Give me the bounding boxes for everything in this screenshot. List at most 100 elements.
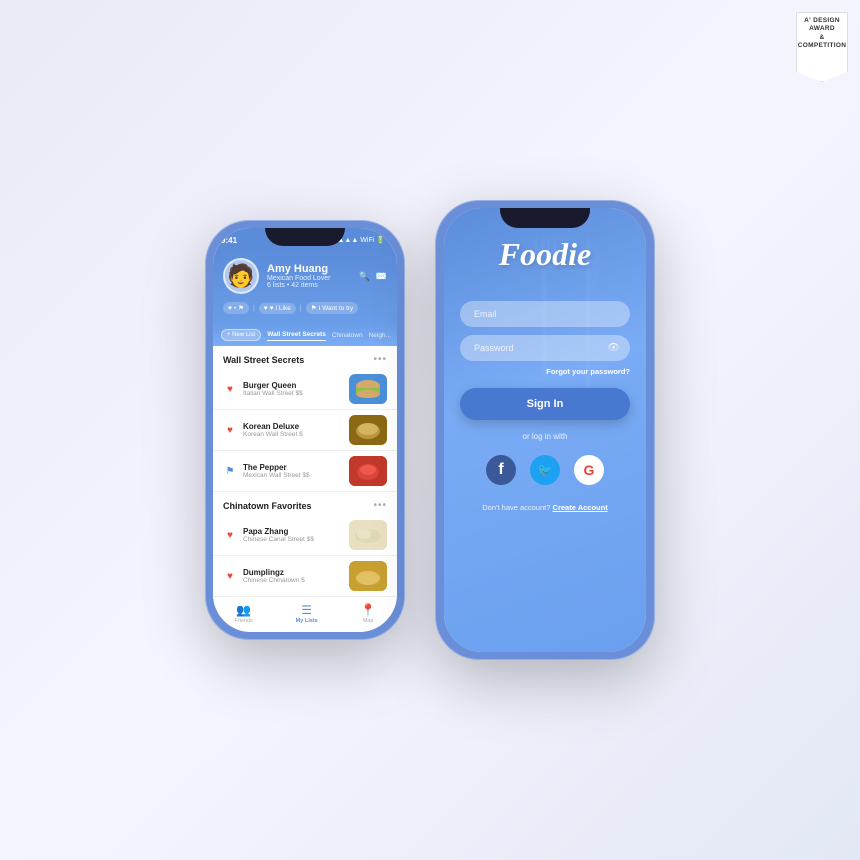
left-phone-inner: 9:41 ▲▲▲ WiFi 🔋 🧑 Amy Huang bbox=[213, 228, 397, 632]
section-wall-street-header: Wall Street Secrets ••• bbox=[213, 346, 397, 369]
friends-icon: 👥 bbox=[236, 603, 251, 617]
facebook-icon: f bbox=[498, 461, 503, 479]
restaurant-name: The Pepper bbox=[243, 463, 343, 472]
restaurant-meta: Mexican Wall Street $$ bbox=[243, 472, 343, 479]
favorite-heart-icon: ♥ bbox=[223, 423, 237, 437]
status-icons: ▲▲▲ WiFi 🔋 bbox=[337, 236, 385, 244]
bottom-navigation: 👥 Friends ☰ My Lists 📍 Map bbox=[213, 596, 397, 632]
nav-friends[interactable]: 👥 Friends bbox=[234, 603, 252, 624]
section-chinatown-header: Chinatown Favorites ••• bbox=[213, 492, 397, 515]
my-lists-icon: ☰ bbox=[301, 603, 312, 617]
forgot-password-link[interactable]: Forgot your password? bbox=[460, 367, 630, 376]
section-chinatown-title: Chinatown Favorites bbox=[223, 501, 312, 511]
restaurant-name: Dumplingz bbox=[243, 568, 343, 577]
restaurant-meta: Italian Wall Street $$ bbox=[243, 390, 343, 397]
profile-stat-buttons: ♥•⚑ | ♥♥ I Like | ⚑ I Want to try bbox=[223, 302, 387, 314]
nav-map-label: Map bbox=[363, 618, 374, 624]
favorite-heart-icon: ♥ bbox=[223, 569, 237, 583]
map-icon: 📍 bbox=[361, 603, 376, 617]
wifi-icon: WiFi bbox=[360, 237, 374, 244]
right-phone: Foodie 👁 Forgot your password? Sign In o… bbox=[435, 200, 655, 660]
nav-my-lists-label: My Lists bbox=[296, 618, 318, 624]
right-phone-inner: Foodie 👁 Forgot your password? Sign In o… bbox=[444, 208, 646, 652]
restaurant-info: The Pepper Mexican Wall Street $$ bbox=[243, 463, 343, 479]
battery-icon: 🔋 bbox=[376, 236, 385, 244]
list-item[interactable]: ♥ Dumplingz Chinese Chinatown $ bbox=[213, 556, 397, 596]
restaurant-image bbox=[349, 456, 387, 486]
award-badge: A' DESIGN AWARD & COMPETITION bbox=[796, 12, 848, 82]
status-time: 9:41 bbox=[221, 236, 237, 245]
login-screen: Foodie 👁 Forgot your password? Sign In o… bbox=[444, 208, 646, 652]
restaurant-name: Burger Queen bbox=[243, 381, 343, 390]
restaurant-image bbox=[349, 415, 387, 445]
login-form: 👁 Forgot your password? Sign In or log i… bbox=[460, 301, 630, 512]
section-more-icon[interactable]: ••• bbox=[373, 500, 387, 511]
password-row: 👁 bbox=[460, 335, 630, 361]
filter-tabs-row: + New List Wall Street Secrets Chinatown… bbox=[213, 324, 397, 346]
message-icon[interactable]: ✉️ bbox=[376, 271, 387, 282]
left-notch bbox=[265, 228, 345, 246]
twitter-icon: 🐦 bbox=[538, 463, 553, 477]
signup-prompt: Don't have account? Create Account bbox=[460, 503, 630, 512]
profile-name: Amy Huang bbox=[267, 263, 351, 275]
create-account-link[interactable]: Create Account bbox=[553, 503, 608, 512]
favorite-heart-icon: ♥ bbox=[223, 382, 237, 396]
flag-icon: ⚑ bbox=[223, 464, 237, 478]
new-list-button[interactable]: + New List bbox=[221, 329, 261, 341]
i-like-btn[interactable]: ♥♥ I Like bbox=[259, 303, 296, 314]
scene: A' DESIGN AWARD & COMPETITION 9:41 ▲▲▲ W… bbox=[0, 0, 860, 860]
restaurant-name: Papa Zhang bbox=[243, 527, 343, 536]
award-text-line1: A' DESIGN AWARD bbox=[801, 17, 843, 34]
password-input[interactable] bbox=[460, 335, 630, 361]
restaurant-meta: Chinese Canal Street $$ bbox=[243, 536, 343, 543]
section-more-icon[interactable]: ••• bbox=[373, 354, 387, 365]
app-logo: Foodie bbox=[499, 236, 591, 273]
twitter-login-button[interactable]: 🐦 bbox=[530, 455, 560, 485]
favorites-btn[interactable]: ♥•⚑ bbox=[223, 302, 249, 314]
restaurant-info: Korean Deluxe Korean Wall Street $ bbox=[243, 422, 343, 438]
tab-wall-street[interactable]: Wall Street Secrets bbox=[267, 329, 326, 341]
right-notch bbox=[500, 208, 590, 228]
avatar-emoji: 🧑 bbox=[227, 265, 254, 287]
restaurant-image bbox=[349, 374, 387, 404]
search-icon[interactable]: 🔍 bbox=[359, 271, 370, 282]
profile-stats: 6 lists • 42 items bbox=[267, 282, 351, 289]
award-text-line2: & COMPETITION bbox=[798, 34, 846, 51]
eye-icon[interactable]: 👁 bbox=[607, 343, 620, 354]
nav-map[interactable]: 📍 Map bbox=[361, 603, 376, 624]
avatar: 🧑 bbox=[223, 258, 259, 294]
tab-chinatown[interactable]: Chinatown bbox=[332, 330, 363, 341]
restaurant-name: Korean Deluxe bbox=[243, 422, 343, 431]
nav-my-lists[interactable]: ☰ My Lists bbox=[296, 603, 318, 624]
restaurant-info: Dumplingz Chinese Chinatown $ bbox=[243, 568, 343, 584]
profile-top: 🧑 Amy Huang Mexican Food Lover 6 lists •… bbox=[223, 258, 387, 294]
facebook-login-button[interactable]: f bbox=[486, 455, 516, 485]
list-item[interactable]: ♥ Korean Deluxe Korean Wall Street $ bbox=[213, 410, 397, 451]
lists-screen: 9:41 ▲▲▲ WiFi 🔋 🧑 Amy Huang bbox=[213, 228, 397, 632]
restaurant-image bbox=[349, 520, 387, 550]
favorite-heart-icon: ♥ bbox=[223, 528, 237, 542]
restaurant-meta: Korean Wall Street $ bbox=[243, 431, 343, 438]
tab-neighborhood[interactable]: Neigh... bbox=[369, 330, 391, 341]
profile-header: 🧑 Amy Huang Mexican Food Lover 6 lists •… bbox=[213, 250, 397, 324]
google-icon: G bbox=[584, 462, 595, 478]
section-wall-street-title: Wall Street Secrets bbox=[223, 355, 304, 365]
profile-action-icons: 🔍 ✉️ bbox=[359, 271, 387, 282]
profile-subtitle: Mexican Food Lover bbox=[267, 275, 351, 282]
nav-friends-label: Friends bbox=[234, 618, 252, 624]
list-item[interactable]: ♥ Papa Zhang Chinese Canal Street $$ bbox=[213, 515, 397, 556]
want-to-try-btn[interactable]: ⚑ I Want to try bbox=[306, 302, 359, 314]
list-content: Wall Street Secrets ••• ♥ Burger Queen I… bbox=[213, 346, 397, 596]
profile-info: Amy Huang Mexican Food Lover 6 lists • 4… bbox=[267, 263, 351, 289]
social-login-row: f 🐦 G bbox=[460, 455, 630, 485]
restaurant-info: Burger Queen Italian Wall Street $$ bbox=[243, 381, 343, 397]
or-label: or log in with bbox=[460, 432, 630, 441]
google-login-button[interactable]: G bbox=[574, 455, 604, 485]
restaurant-image bbox=[349, 561, 387, 591]
signin-button[interactable]: Sign In bbox=[460, 388, 630, 420]
list-item[interactable]: ⚑ The Pepper Mexican Wall Street $$ bbox=[213, 451, 397, 492]
restaurant-info: Papa Zhang Chinese Canal Street $$ bbox=[243, 527, 343, 543]
list-item[interactable]: ♥ Burger Queen Italian Wall Street $$ bbox=[213, 369, 397, 410]
restaurant-meta: Chinese Chinatown $ bbox=[243, 577, 343, 584]
email-input[interactable] bbox=[460, 301, 630, 327]
